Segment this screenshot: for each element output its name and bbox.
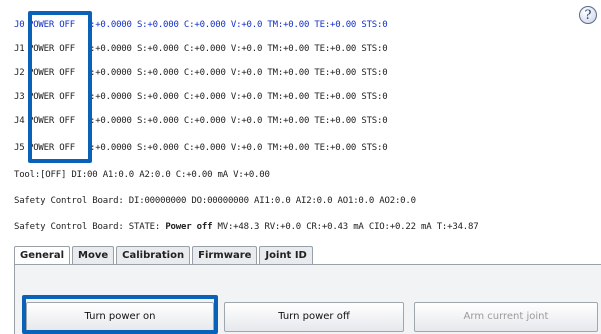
tab-joint-id[interactable]: Joint ID: [259, 246, 313, 264]
tab-firmware[interactable]: Firmware: [192, 246, 258, 264]
tool-status-line: Tool:[OFF] DI:00 A1:0.0 A2:0.0 C:+0.00 m…: [14, 170, 270, 180]
joint-readout: :+0.0000 S:+0.000 C:+0.000 V:+0.0 TM:+0.…: [90, 92, 388, 102]
joint-id: J3: [14, 92, 25, 102]
power-on-highlight: [22, 295, 218, 334]
safety-state-prefix: Safety Control Board: STATE:: [14, 222, 166, 232]
power-status-highlight: [28, 11, 92, 163]
turn-power-off-button[interactable]: Turn power off: [224, 302, 404, 332]
safety-state-line: Safety Control Board: STATE: Power off M…: [14, 220, 479, 234]
safety-state-value: Power off: [165, 222, 213, 232]
tab-general[interactable]: General: [14, 246, 70, 265]
tab-move[interactable]: Move: [72, 246, 115, 264]
joint-id: J2: [14, 68, 25, 78]
safety-io-line: Safety Control Board: DI:00000000 DO:000…: [14, 196, 416, 206]
joint-id: J4: [14, 116, 25, 126]
joint-readout: :+0.0000 S:+0.000 C:+0.000 V:+0.0 TM:+0.…: [90, 44, 388, 54]
joint-readout: :+0.0000 S:+0.000 C:+0.000 V:+0.0 TM:+0.…: [90, 20, 388, 30]
help-icon[interactable]: ?: [579, 6, 597, 24]
robot-status-panel: J0 POWER OFF:+0.0000 S:+0.000 C:+0.000 V:…: [0, 0, 601, 334]
joint-readout: :+0.0000 S:+0.000 C:+0.000 V:+0.0 TM:+0.…: [90, 116, 388, 126]
joint-id: J0: [14, 20, 25, 30]
tab-bar: General Move Calibration Firmware Joint …: [14, 246, 315, 265]
safety-state-suffix: MV:+48.3 RV:+0.0 CR:+0.43 mA CIO:+0.22 m…: [212, 222, 479, 232]
joint-id: J5: [14, 143, 25, 153]
arm-current-joint-button[interactable]: Arm current joint: [414, 302, 598, 332]
joint-readout: :+0.0000 S:+0.000 C:+0.000 V:+0.0 TM:+0.…: [90, 143, 388, 153]
joint-id: J1: [14, 44, 25, 54]
joint-readout: :+0.0000 S:+0.000 C:+0.000 V:+0.0 TM:+0.…: [90, 68, 388, 78]
tab-calibration[interactable]: Calibration: [116, 246, 191, 264]
